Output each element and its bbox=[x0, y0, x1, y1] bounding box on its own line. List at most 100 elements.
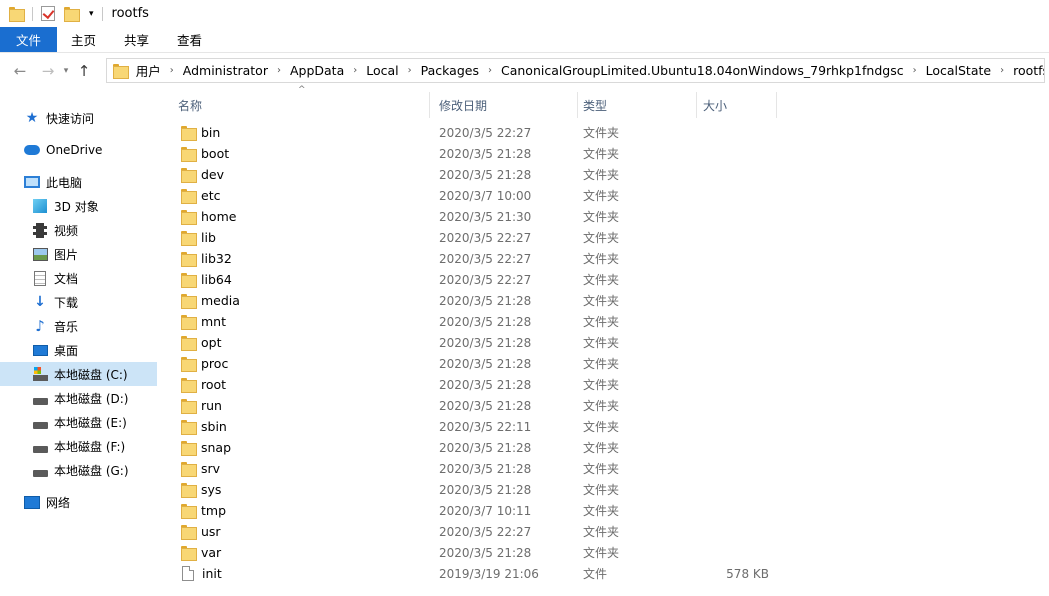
breadcrumb-item[interactable]: Packages bbox=[421, 63, 479, 78]
breadcrumb-item[interactable]: LocalState bbox=[926, 63, 992, 78]
file-type: 文件夹 bbox=[583, 126, 620, 140]
file-type: 文件夹 bbox=[583, 294, 620, 308]
column-header-date[interactable]: 修改日期 bbox=[439, 92, 487, 118]
folder-icon bbox=[181, 336, 197, 351]
toolbar-divider bbox=[32, 6, 33, 21]
file-row[interactable]: srv 2020/3/5 21:28 文件夹 bbox=[160, 458, 1049, 479]
sidebar-item-pictures[interactable]: 图片 bbox=[0, 242, 157, 266]
sidebar-item-desktop[interactable]: 桌面 bbox=[0, 338, 157, 362]
modified-date: 2020/3/5 21:30 bbox=[439, 209, 532, 224]
sidebar-item-drive-e[interactable]: 本地磁盘 (E:) bbox=[0, 410, 157, 434]
file-row[interactable]: etc 2020/3/7 10:00 文件夹 bbox=[160, 185, 1049, 206]
column-divider[interactable] bbox=[776, 92, 777, 118]
file-row[interactable]: snap 2020/3/5 21:28 文件夹 bbox=[160, 437, 1049, 458]
breadcrumb-chevron-icon[interactable]: › bbox=[408, 65, 412, 76]
file-name: usr bbox=[201, 524, 221, 539]
sidebar-item-quick-access[interactable]: ★ 快速访问 bbox=[0, 106, 157, 130]
breadcrumb-item[interactable]: rootfs bbox=[1013, 63, 1044, 78]
breadcrumb-chevron-icon[interactable]: › bbox=[913, 65, 917, 76]
sidebar-item-this-pc[interactable]: 此电脑 bbox=[0, 170, 157, 194]
modified-date: 2020/3/5 22:11 bbox=[439, 419, 532, 434]
window-title: rootfs bbox=[111, 6, 149, 21]
modified-date: 2020/3/7 10:11 bbox=[439, 503, 532, 518]
tab-view[interactable]: 查看 bbox=[163, 27, 216, 52]
sidebar-item-label: 文档 bbox=[54, 271, 79, 286]
file-row[interactable]: lib64 2020/3/5 22:27 文件夹 bbox=[160, 269, 1049, 290]
breadcrumb-chevron-icon[interactable]: › bbox=[277, 65, 281, 76]
breadcrumb-item[interactable]: CanonicalGroupLimited.Ubuntu18.04onWindo… bbox=[501, 63, 904, 78]
file-name: root bbox=[201, 377, 227, 392]
sidebar-item-drive-f[interactable]: 本地磁盘 (F:) bbox=[0, 434, 157, 458]
modified-date: 2020/3/5 21:28 bbox=[439, 293, 532, 308]
file-row[interactable]: init 2019/3/19 21:06 文件 578 KB bbox=[160, 563, 1049, 584]
file-row[interactable]: media 2020/3/5 21:28 文件夹 bbox=[160, 290, 1049, 311]
file-row[interactable]: sys 2020/3/5 21:28 文件夹 bbox=[160, 479, 1049, 500]
file-row[interactable]: home 2020/3/5 21:30 文件夹 bbox=[160, 206, 1049, 227]
sidebar-item-network[interactable]: 网络 bbox=[0, 490, 157, 514]
sidebar-item-documents[interactable]: 文档 bbox=[0, 266, 157, 290]
breadcrumb-chevron-icon[interactable]: › bbox=[170, 65, 174, 76]
sidebar-item-onedrive[interactable]: OneDrive bbox=[0, 138, 157, 162]
up-arrow-icon[interactable]: ↑ bbox=[73, 62, 95, 80]
file-row[interactable]: bin 2020/3/5 22:27 文件夹 bbox=[160, 122, 1049, 143]
address-bar[interactable]: « 用户 › Administrator › AppData › Local ›… bbox=[106, 58, 1045, 83]
properties-icon[interactable] bbox=[41, 6, 55, 21]
file-row[interactable]: usr 2020/3/5 22:27 文件夹 bbox=[160, 521, 1049, 542]
file-row[interactable]: tmp 2020/3/7 10:11 文件夹 bbox=[160, 500, 1049, 521]
file-row[interactable]: boot 2020/3/5 21:28 文件夹 bbox=[160, 143, 1049, 164]
folder-icon[interactable] bbox=[9, 7, 25, 22]
file-row[interactable]: mnt 2020/3/5 21:28 文件夹 bbox=[160, 311, 1049, 332]
forward-arrow-icon[interactable]: → bbox=[37, 62, 59, 80]
recent-locations-chevron-icon[interactable]: ▾ bbox=[59, 66, 73, 76]
file-row[interactable]: proc 2020/3/5 21:28 文件夹 bbox=[160, 353, 1049, 374]
file-row[interactable]: root 2020/3/5 21:28 文件夹 bbox=[160, 374, 1049, 395]
column-divider[interactable] bbox=[696, 92, 697, 118]
customize-toolbar-chevron-icon[interactable]: ▾ bbox=[89, 9, 94, 19]
sidebar-item-music[interactable]: ♪ 音乐 bbox=[0, 314, 157, 338]
desktop-icon bbox=[32, 342, 48, 358]
file-row[interactable]: var 2020/3/5 21:28 文件夹 bbox=[160, 542, 1049, 563]
file-row[interactable]: lib32 2020/3/5 22:27 文件夹 bbox=[160, 248, 1049, 269]
file-type: 文件夹 bbox=[583, 378, 620, 392]
column-header-size[interactable]: 大小 bbox=[703, 92, 727, 118]
sidebar-item-label: 桌面 bbox=[54, 343, 79, 358]
column-divider[interactable] bbox=[429, 92, 430, 118]
column-header-name[interactable]: 名称 bbox=[178, 92, 202, 118]
file-row[interactable]: sbin 2020/3/5 22:11 文件夹 bbox=[160, 416, 1049, 437]
breadcrumb-chevron-icon[interactable]: › bbox=[488, 65, 492, 76]
modified-date: 2020/3/5 22:27 bbox=[439, 125, 532, 140]
breadcrumb-item[interactable]: AppData bbox=[290, 63, 344, 78]
modified-date: 2020/3/5 22:27 bbox=[439, 524, 532, 539]
sidebar-item-drive-g[interactable]: 本地磁盘 (G:) bbox=[0, 458, 157, 482]
breadcrumb-item[interactable]: Local bbox=[366, 63, 398, 78]
file-row[interactable]: lib 2020/3/5 22:27 文件夹 bbox=[160, 227, 1049, 248]
tab-file[interactable]: 文件 bbox=[0, 27, 57, 52]
breadcrumb-item[interactable]: Administrator bbox=[183, 63, 268, 78]
file-row[interactable]: opt 2020/3/5 21:28 文件夹 bbox=[160, 332, 1049, 353]
sidebar-item-downloads[interactable]: ↓ 下载 bbox=[0, 290, 157, 314]
tab-home[interactable]: 主页 bbox=[57, 27, 110, 52]
file-row[interactable]: run 2020/3/5 21:28 文件夹 bbox=[160, 395, 1049, 416]
sidebar-item-label: 本地磁盘 (E:) bbox=[54, 415, 127, 430]
sidebar-item-videos[interactable]: 视频 bbox=[0, 218, 157, 242]
file-name-cell: snap bbox=[181, 440, 231, 456]
new-folder-icon[interactable] bbox=[64, 7, 80, 22]
column-header-type[interactable]: 类型 bbox=[583, 92, 607, 118]
file-name-cell: home bbox=[181, 209, 236, 225]
sort-ascending-icon: ^ bbox=[298, 85, 306, 95]
pictures-icon bbox=[32, 246, 48, 262]
sidebar-item-3d-objects[interactable]: 3D 对象 bbox=[0, 194, 157, 218]
sidebar-item-drive-c[interactable]: 本地磁盘 (C:) bbox=[0, 362, 157, 386]
tab-share[interactable]: 共享 bbox=[110, 27, 163, 52]
file-type: 文件夹 bbox=[583, 168, 620, 182]
file-row[interactable]: dev 2020/3/5 21:28 文件夹 bbox=[160, 164, 1049, 185]
back-arrow-icon[interactable]: ← bbox=[9, 62, 31, 80]
breadcrumb-chevron-icon[interactable]: › bbox=[1000, 65, 1004, 76]
sidebar-item-drive-d[interactable]: 本地磁盘 (D:) bbox=[0, 386, 157, 410]
cube-icon bbox=[32, 198, 48, 214]
breadcrumb-chevron-icon[interactable]: › bbox=[353, 65, 357, 76]
file-name-cell: dev bbox=[181, 167, 224, 183]
breadcrumb-item[interactable]: 用户 bbox=[136, 61, 161, 80]
file-name-cell: media bbox=[181, 293, 240, 309]
column-divider[interactable] bbox=[577, 92, 578, 118]
